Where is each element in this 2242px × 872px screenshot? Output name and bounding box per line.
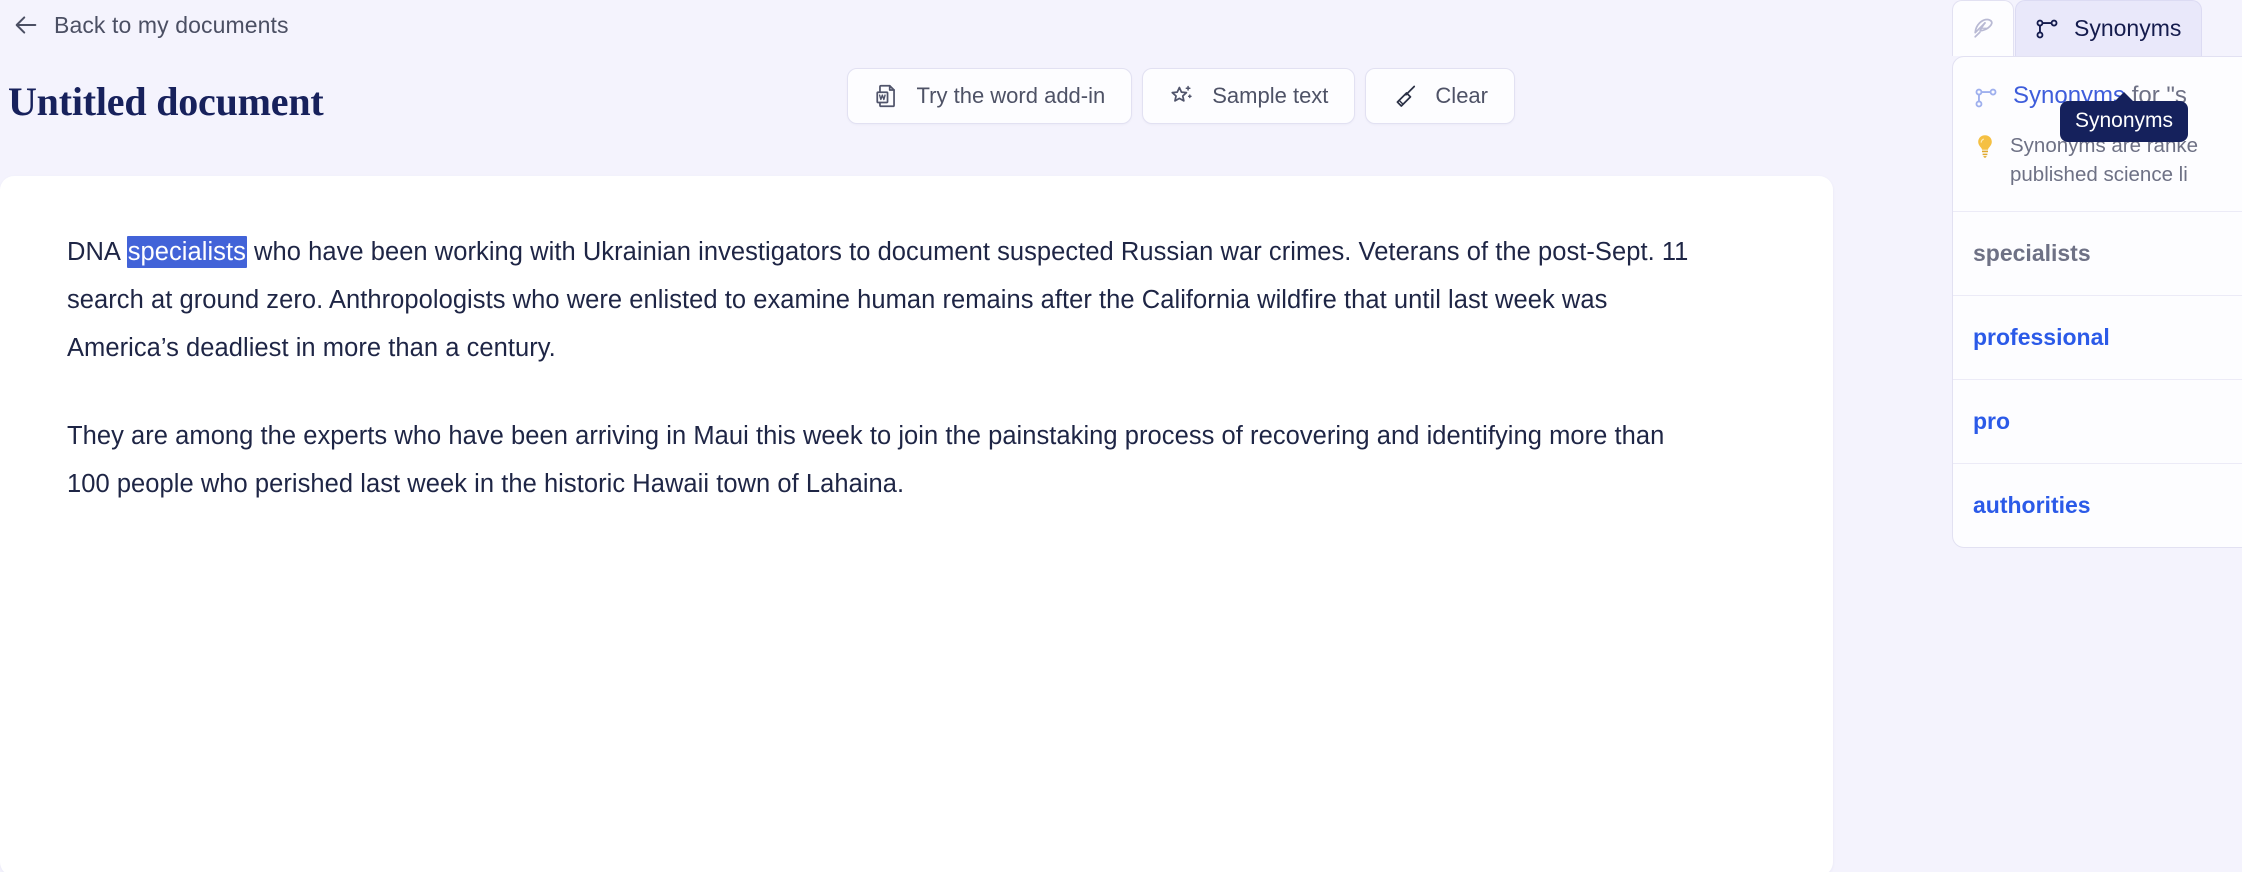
editor-toolbar: Try the word add-in Sample text Clear (846, 68, 1515, 124)
selected-word-highlight[interactable]: specialists (126, 236, 247, 268)
hint-line-2: published science li (2010, 163, 2188, 186)
document-editor-area[interactable]: DNA specialists who have been working wi… (0, 176, 1833, 508)
broom-icon (1396, 85, 1416, 107)
editor-column: Back to my documents Untitled document T… (0, 0, 1925, 872)
tab-synonyms-label: Synonyms (2074, 15, 2182, 41)
arrow-left-icon (15, 16, 37, 34)
tab-writing-assistant[interactable] (1952, 0, 2014, 56)
try-word-addin-label: Try the word add-in (916, 83, 1106, 108)
sample-text-label: Sample text (1212, 83, 1329, 108)
synonym-current-word: specialists (1953, 212, 2242, 296)
document-paragraph-1: DNA specialists who have been working wi… (67, 228, 1707, 372)
synonym-option[interactable]: professional (1953, 296, 2242, 380)
synonyms-tooltip: Synonyms (2060, 92, 2189, 142)
back-link-label: Back to my documents (54, 11, 289, 38)
document-card: DNA specialists who have been working wi… (0, 176, 1833, 872)
tab-synonyms[interactable]: Synonyms (2015, 0, 2203, 56)
try-word-addin-button[interactable]: Try the word add-in (846, 68, 1133, 124)
app-root: Back to my documents Untitled document T… (0, 0, 2242, 872)
sparkle-star-icon (1171, 85, 1192, 102)
synonym-option[interactable]: authorities (1953, 464, 2242, 547)
synonym-option[interactable]: pro (1953, 380, 2242, 464)
branch-node-icon (1975, 88, 1997, 108)
clear-label: Clear (1435, 83, 1488, 108)
right-panel-column: Synonyms Synonyms Synonyms for "s Synony… (1925, 0, 2242, 872)
paragraph-1-after-selection: who have been working with Ukrainian inv… (67, 238, 1689, 362)
feather-icon (1974, 18, 1993, 38)
page-title: Untitled document (8, 79, 324, 124)
word-document-icon (875, 84, 895, 108)
right-panel-tabbar: Synonyms (1952, 0, 2203, 56)
branch-node-icon (2036, 19, 2058, 38)
back-to-documents-link[interactable]: Back to my documents (8, 8, 293, 42)
sample-text-button[interactable]: Sample text (1142, 68, 1356, 124)
clear-button[interactable]: Clear (1365, 68, 1515, 124)
paragraph-1-before-selection: DNA (67, 238, 127, 266)
lightbulb-icon (1978, 135, 1992, 158)
document-paragraph-2: They are among the experts who have been… (67, 422, 1665, 498)
